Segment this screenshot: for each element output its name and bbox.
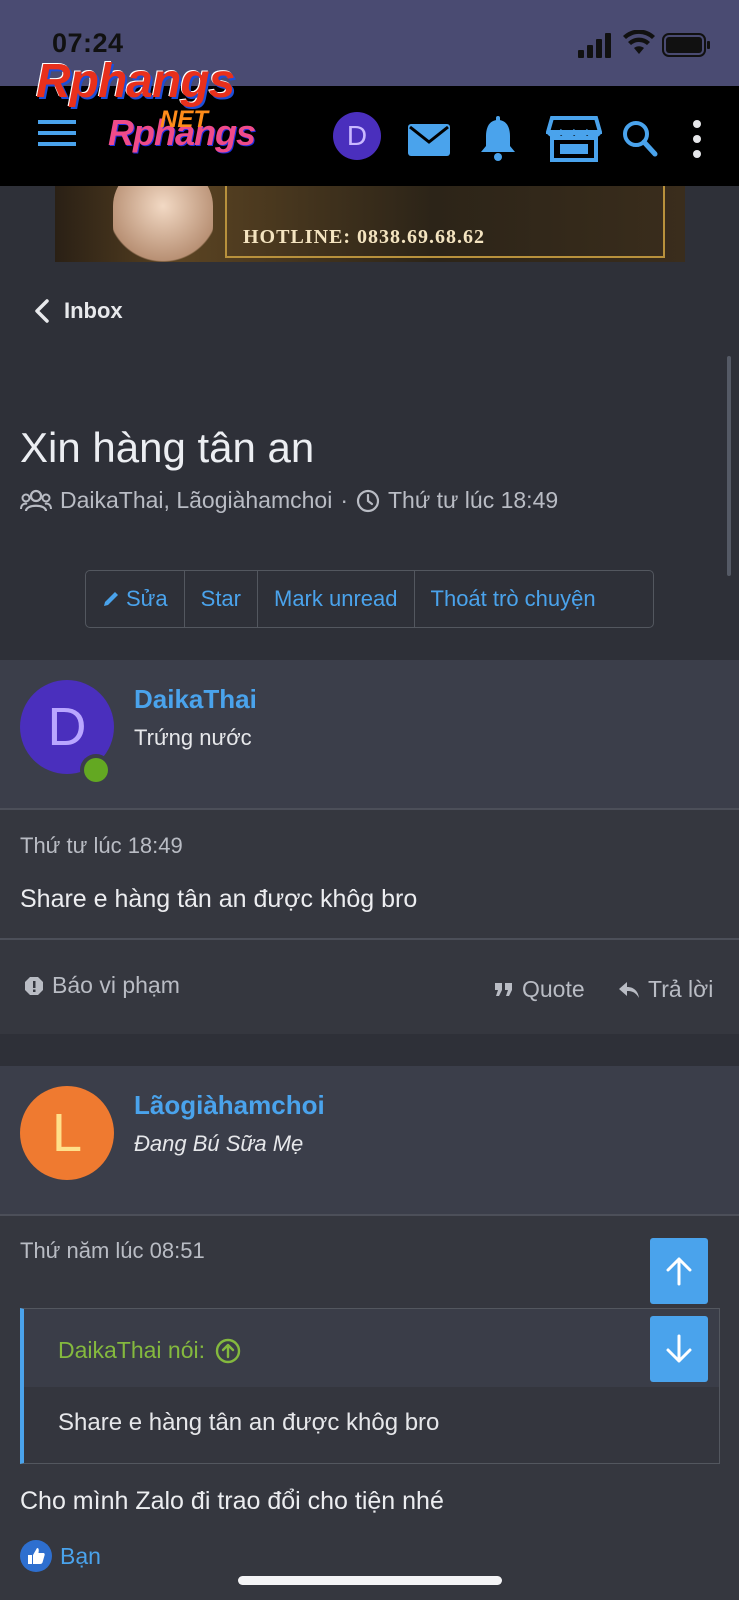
- reply-label: Trả lời: [648, 976, 714, 1002]
- scroll-to-bottom-button[interactable]: [650, 1316, 708, 1382]
- arrow-down-icon: [666, 1334, 692, 1363]
- message-2-timestamp[interactable]: Thứ năm lúc 08:51: [20, 1238, 205, 1264]
- message-2-content: Cho mình Zalo đi trao đổi cho tiện nhé: [20, 1487, 444, 1515]
- message-1-timestamp[interactable]: Thứ tư lúc 18:49: [20, 833, 183, 859]
- leave-conversation-button[interactable]: Thoát trò chuyện: [415, 571, 612, 627]
- participants-list[interactable]: DaikaThai, Lãogiàhamchoi: [60, 487, 332, 514]
- message-2-avatar[interactable]: L: [20, 1086, 114, 1180]
- quoted-message: DaikaThai nói: Share e hàng tân an được …: [20, 1308, 720, 1464]
- mail-icon[interactable]: [406, 114, 452, 164]
- back-to-inbox[interactable]: Inbox: [34, 298, 123, 324]
- banner-image: [113, 186, 213, 262]
- wifi-icon: [623, 30, 655, 54]
- report-button[interactable]: Báo vi phạm: [24, 972, 180, 999]
- message-1-username[interactable]: DaikaThai: [134, 684, 257, 715]
- menu-icon[interactable]: [38, 118, 78, 148]
- user-avatar[interactable]: D: [333, 112, 381, 160]
- edit-label: Sửa: [126, 586, 168, 611]
- notifications-bell-icon[interactable]: [478, 114, 518, 164]
- jump-to-quote-icon[interactable]: [215, 1338, 241, 1364]
- participants-icon: [20, 489, 52, 511]
- pencil-icon: [104, 592, 118, 606]
- store-icon[interactable]: [546, 114, 602, 164]
- quote-author: DaikaThai nói:: [58, 1337, 206, 1363]
- mark-unread-button[interactable]: Mark unread: [258, 571, 415, 627]
- arrow-up-icon: [666, 1257, 692, 1286]
- like-icon: [20, 1540, 52, 1572]
- more-options-icon[interactable]: [690, 114, 704, 164]
- battery-icon: [662, 33, 710, 57]
- meta-separator: ·: [340, 487, 348, 513]
- back-label: Inbox: [64, 298, 123, 323]
- conversation-time: Thứ tư lúc 18:49: [388, 487, 559, 513]
- quote-header[interactable]: DaikaThai nói:: [58, 1337, 241, 1364]
- reaction-user: Bạn: [60, 1542, 101, 1569]
- star-button[interactable]: Star: [185, 571, 258, 627]
- search-icon[interactable]: [620, 114, 660, 164]
- online-status-icon: [80, 754, 112, 786]
- quote-button[interactable]: Quote: [494, 976, 585, 1003]
- report-label: Báo vi phạm: [52, 972, 180, 998]
- message-2-user-title: Đang Bú Sữa Mẹ: [134, 1131, 304, 1156]
- home-indicator[interactable]: [238, 1576, 502, 1585]
- cellular-signal-icon: [578, 33, 611, 58]
- quote-icon: [495, 982, 512, 996]
- message-1-body: [0, 810, 739, 938]
- message-2-username[interactable]: Lãogiàhamchoi: [134, 1090, 325, 1121]
- reply-icon: [619, 981, 639, 998]
- conversation-title: Xin hàng tân an: [20, 424, 315, 471]
- conversation-meta: DaikaThai, Lãogiàhamchoi · Thứ tư lúc 18…: [20, 487, 558, 514]
- quote-body: Share e hàng tân an được khôg bro: [24, 1387, 719, 1463]
- chevron-left-icon: [35, 299, 49, 323]
- reaction-summary[interactable]: Bạn: [20, 1540, 101, 1572]
- edit-button[interactable]: Sửa: [86, 571, 185, 627]
- quote-label: Quote: [522, 976, 585, 1002]
- banner-hotline: HOTLINE: 0838.69.68.62: [243, 226, 486, 248]
- clock-icon: [356, 489, 380, 512]
- conversation-actions: Sửa Star Mark unread Thoát trò chuyện: [85, 570, 654, 628]
- reply-button[interactable]: Trả lời: [618, 976, 713, 1003]
- page-scrollbar[interactable]: [727, 356, 731, 576]
- quote-text: Share e hàng tân an được khôg bro: [58, 1409, 440, 1436]
- scroll-to-top-button[interactable]: [650, 1238, 708, 1304]
- message-1-content: Share e hàng tân an được khôg bro: [20, 885, 418, 913]
- report-icon: [25, 976, 43, 995]
- message-1-user-title: Trứng nước: [134, 725, 252, 750]
- ad-banner[interactable]: HOTLINE: 0838.69.68.62: [55, 186, 685, 262]
- site-logo-net: NET: [160, 106, 208, 133]
- site-logo-top[interactable]: Rphangs: [36, 54, 235, 109]
